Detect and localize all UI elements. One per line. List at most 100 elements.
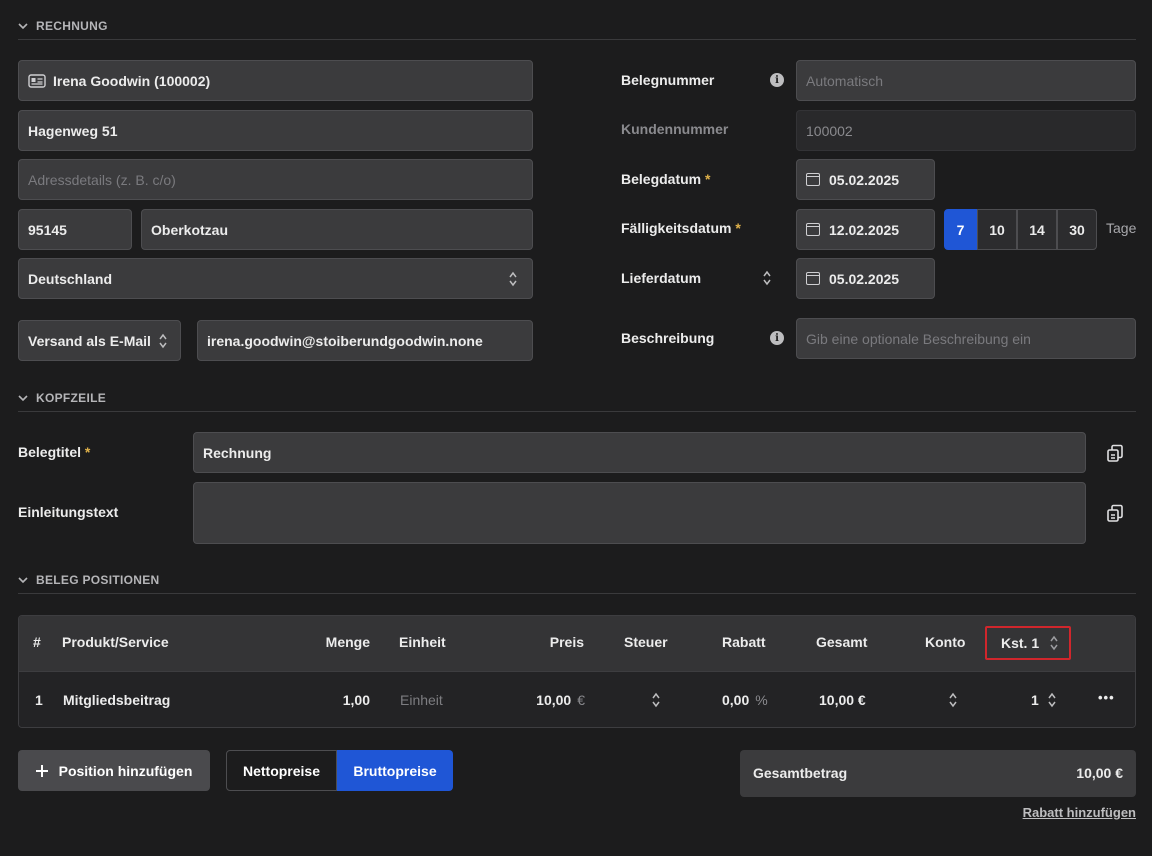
column-header-tax[interactable]: Steuer (624, 634, 668, 650)
belegnummer-label: Belegnummer (621, 72, 715, 88)
copy-template-icon[interactable] (1106, 504, 1124, 522)
lieferdatum-field[interactable]: 05.02.2025 (796, 258, 935, 299)
column-header-product[interactable]: Produkt/Service (62, 634, 169, 650)
chevron-down-icon (18, 19, 28, 33)
address-details-field[interactable]: Adressdetails (z. B. c/o) (18, 159, 533, 200)
einleitungstext-label: Einleitungstext (18, 504, 119, 520)
info-icon[interactable]: i (770, 73, 784, 87)
term-14-days-button[interactable]: 14 (1017, 209, 1057, 250)
section-title: KOPFZEILE (36, 390, 107, 405)
cost-center-label: Kst. 1 (1001, 635, 1040, 651)
belegdatum-value: 05.02.2025 (829, 171, 900, 188)
add-position-button[interactable]: Position hinzufügen (18, 750, 210, 791)
belegnummer-placeholder: Automatisch (806, 72, 884, 89)
table-row[interactable]: 1 Mitgliedsbeitrag 1,00 Einheit 10,00 € 0… (19, 671, 1135, 727)
add-discount-link[interactable]: Rabatt hinzufügen (1023, 805, 1136, 820)
row-total: 10,00 € (819, 692, 866, 708)
info-icon[interactable]: i (770, 331, 784, 345)
column-header-discount[interactable]: Rabatt (722, 634, 766, 650)
chevron-down-icon (18, 573, 28, 587)
faelligkeitsdatum-field[interactable]: 12.02.2025 (796, 209, 935, 250)
net-prices-toggle[interactable]: Nettopreise (226, 750, 337, 791)
section-header-rechnung[interactable]: RECHNUNG (18, 12, 1136, 40)
chevron-down-icon (18, 391, 28, 405)
customer-select[interactable]: Irena Goodwin (100002) (18, 60, 533, 101)
belegtitel-value: Rechnung (203, 444, 272, 461)
beschreibung-label: Beschreibung (621, 330, 715, 346)
row-number: 1 (35, 692, 43, 708)
belegtitel-field[interactable]: Rechnung (193, 432, 1086, 473)
zip-field[interactable]: 95145 (18, 209, 132, 250)
term-7-days-button[interactable]: 7 (944, 209, 977, 250)
belegtitel-label: Belegtitel * (18, 444, 91, 460)
section-title: BELEG POSITIONEN (36, 572, 160, 587)
positions-table: # Produkt/Service Menge Einheit Preis St… (18, 615, 1136, 728)
city-field[interactable]: Oberkotzau (141, 209, 533, 250)
row-cost-center[interactable]: 1 (1031, 692, 1039, 708)
table-header: # Produkt/Service Menge Einheit Preis St… (19, 616, 1135, 671)
section-header-positionen[interactable]: BELEG POSITIONEN (18, 566, 1136, 594)
total-value: 10,00 € (1076, 765, 1123, 781)
up-down-chevron-icon (158, 332, 168, 350)
cost-center-chevron-icon[interactable] (1047, 691, 1057, 709)
gross-prices-toggle[interactable]: Bruttopreise (337, 750, 453, 791)
row-discount[interactable]: 0,00% (722, 692, 768, 708)
street-field[interactable]: Hagenweg 51 (18, 110, 533, 151)
lieferdatum-value: 05.02.2025 (829, 270, 900, 287)
term-unit-label: Tage (1106, 220, 1137, 236)
add-position-label: Position hinzufügen (58, 762, 193, 779)
column-header-price[interactable]: Preis (550, 634, 584, 650)
lieferdatum-label: Lieferdatum (621, 270, 702, 286)
plus-icon (35, 764, 48, 777)
email-field[interactable]: irena.goodwin@stoiberundgoodwin.none (197, 320, 533, 361)
address-details-placeholder: Adressdetails (z. B. c/o) (28, 171, 176, 188)
customer-name: Irena Goodwin (100002) (53, 72, 211, 89)
row-price[interactable]: 10,00 € (536, 692, 585, 708)
calendar-icon (806, 272, 820, 285)
section-header-kopfzeile[interactable]: KOPFZEILE (18, 384, 1136, 412)
belegdatum-field[interactable]: 05.02.2025 (796, 159, 935, 200)
delivery-method-select[interactable]: Versand als E-Mail (18, 320, 181, 361)
kundennummer-field: 100002 (796, 110, 1136, 151)
kundennummer-label: Kundennummer (621, 121, 729, 137)
term-10-days-button[interactable]: 10 (977, 209, 1017, 250)
faelligkeitsdatum-label: Fälligkeitsdatum * (621, 220, 741, 236)
column-header-number: # (33, 634, 41, 650)
beschreibung-field[interactable]: Gib eine optionale Beschreibung ein (796, 318, 1136, 359)
belegdatum-label: Belegdatum * (621, 171, 711, 187)
calendar-icon (806, 223, 820, 236)
section-title: RECHNUNG (36, 18, 108, 33)
beschreibung-placeholder: Gib eine optionale Beschreibung ein (806, 330, 1031, 347)
kundennummer-value: 100002 (806, 122, 853, 139)
row-unit-placeholder[interactable]: Einheit (400, 692, 443, 708)
column-header-unit[interactable]: Einheit (399, 634, 446, 650)
street-value: Hagenweg 51 (28, 122, 118, 139)
calendar-icon (806, 173, 820, 186)
faelligkeitsdatum-value: 12.02.2025 (829, 221, 900, 238)
tax-select-chevron-icon[interactable] (651, 691, 661, 709)
column-header-account[interactable]: Konto (925, 634, 965, 650)
sort-icon (1049, 634, 1059, 652)
country-value: Deutschland (28, 270, 113, 287)
email-value: irena.goodwin@stoiberundgoodwin.none (207, 332, 483, 349)
row-product[interactable]: Mitgliedsbeitrag (63, 692, 170, 708)
zip-value: 95145 (28, 221, 67, 238)
belegnummer-field[interactable]: Automatisch (796, 60, 1136, 101)
contact-card-icon (28, 73, 46, 88)
column-header-total[interactable]: Gesamt (816, 634, 867, 650)
copy-template-icon[interactable] (1106, 444, 1124, 462)
row-quantity[interactable]: 1,00 (343, 692, 370, 708)
country-select[interactable]: Deutschland (18, 258, 533, 299)
account-select-chevron-icon[interactable] (948, 691, 958, 709)
column-header-cost-center[interactable]: Kst. 1 (985, 626, 1071, 660)
up-down-chevron-icon[interactable] (762, 269, 772, 287)
up-down-chevron-icon (508, 270, 518, 288)
term-30-days-button[interactable]: 30 (1057, 209, 1097, 250)
delivery-method-value: Versand als E-Mail (28, 332, 151, 349)
total-label: Gesamtbetrag (753, 765, 848, 781)
city-value: Oberkotzau (151, 221, 229, 238)
more-options-icon[interactable]: ••• (1098, 690, 1115, 705)
total-summary: Gesamtbetrag 10,00 € (740, 750, 1136, 797)
column-header-quantity[interactable]: Menge (326, 634, 370, 650)
einleitungstext-field[interactable] (193, 482, 1086, 544)
